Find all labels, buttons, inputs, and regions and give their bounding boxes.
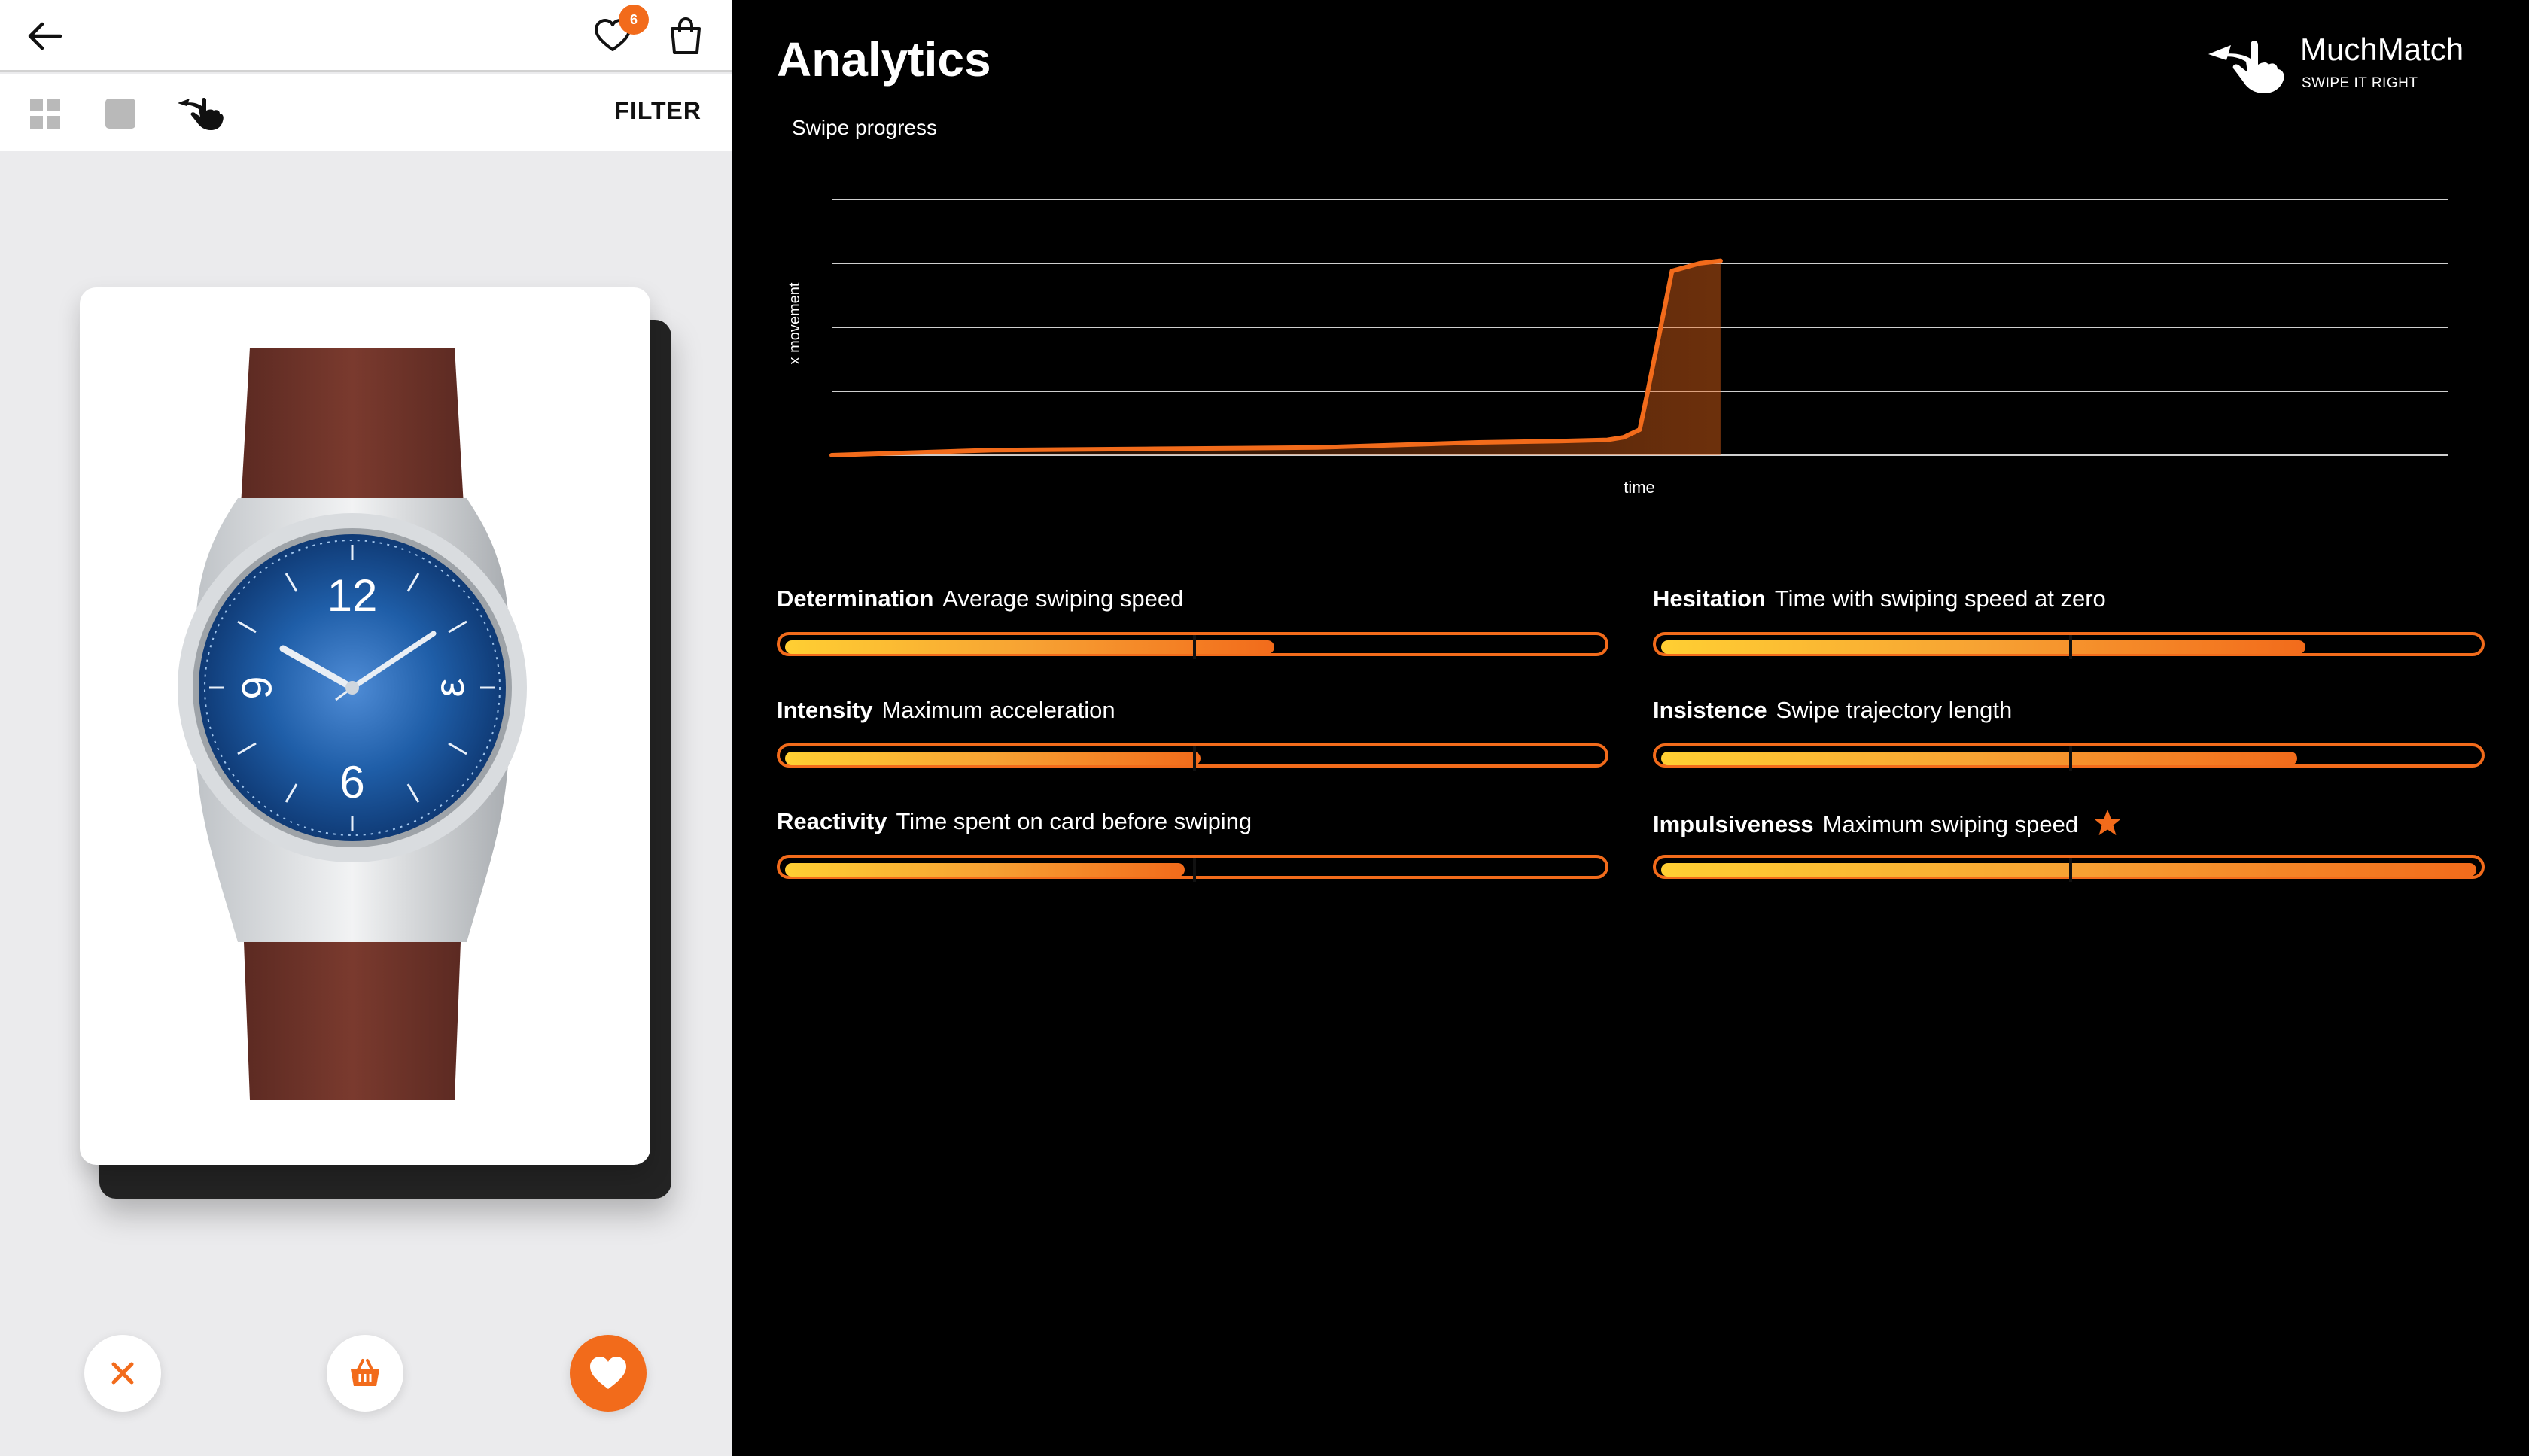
metric-bar-track: [777, 743, 1608, 771]
metric-bar-track: [1653, 855, 2485, 882]
single-view-icon: [105, 99, 135, 129]
metric-label: Insistence Swipe trajectory length: [1653, 697, 2012, 724]
metric-name: Intensity: [777, 697, 873, 723]
metric-description: Time with swiping speed at zero: [1774, 585, 2106, 612]
metric-label: Reactivity Time spent on card before swip…: [777, 808, 1252, 835]
wishlist-count-badge: 6: [619, 5, 649, 35]
metric-hesitation: Hesitation Time with swiping speed at zer…: [1653, 585, 2485, 668]
arrow-left-icon: [28, 22, 62, 50]
like-button[interactable]: [570, 1335, 647, 1412]
metric-bar-track: [777, 855, 1608, 882]
brand-name: MuchMatch: [2300, 32, 2464, 67]
metric-description: Maximum swiping speed: [1822, 811, 2079, 837]
swipe-view-button[interactable]: [176, 93, 226, 132]
grid-view-icon: [30, 99, 60, 129]
metric-description: Swipe trajectory length: [1776, 697, 2013, 723]
metric-average-marker: [1193, 740, 1196, 777]
metric-insistence: Insistence Swipe trajectory length: [1653, 697, 2485, 780]
metric-name: Reactivity: [777, 808, 887, 834]
page-title: Analytics: [777, 32, 991, 87]
metric-description: Maximum acceleration: [881, 697, 1115, 723]
phone-app-panel: 6 FILTER 12 6 6 ε: [0, 0, 732, 1456]
metric-intensity: Intensity Maximum acceleration: [777, 697, 1608, 780]
metric-bar-fill: [1661, 752, 2297, 765]
swipe-hand-logo-icon: [2208, 41, 2284, 93]
view-toolbar: FILTER: [0, 74, 732, 151]
metric-name: Insistence: [1653, 697, 1767, 723]
chart-title: Swipe progress: [792, 116, 937, 139]
brand-tagline: SWIPE IT RIGHT: [2302, 75, 2418, 91]
metric-reactivity: Reactivity Time spent on card before swip…: [777, 808, 1608, 891]
svg-text:ε: ε: [425, 679, 473, 698]
app-top-bar: 6: [0, 0, 732, 72]
add-to-cart-button[interactable]: [327, 1335, 403, 1412]
single-view-button[interactable]: [104, 97, 137, 130]
shopping-bag-button[interactable]: [667, 15, 705, 57]
svg-text:6: 6: [233, 676, 281, 699]
metric-bar-fill: [1661, 640, 2305, 654]
metric-bar-track: [1653, 743, 2485, 771]
svg-text:12: 12: [327, 570, 378, 621]
heart-icon: [590, 1357, 626, 1389]
metric-description: Time spent on card before swiping: [896, 808, 1252, 834]
metric-average-marker: [2069, 629, 2072, 665]
chart-x-axis-label: time: [1624, 478, 1655, 497]
chart-series-line: [829, 258, 1723, 457]
metric-average-marker: [2069, 740, 2072, 777]
back-button[interactable]: [24, 17, 66, 56]
metric-average-marker: [1193, 629, 1196, 665]
chart-y-axis-label: x movement: [787, 282, 803, 364]
metric-label: Hesitation Time with swiping speed at zer…: [1653, 585, 2106, 612]
chart-area-fill: [832, 260, 1721, 455]
metric-label: Intensity Maximum acceleration: [777, 697, 1115, 724]
metric-average-marker: [2069, 852, 2072, 888]
metric-name: Hesitation: [1653, 585, 1766, 612]
swipe-progress-chart: x movement time: [787, 199, 2448, 497]
swipe-hand-icon: [178, 98, 224, 130]
close-icon: [111, 1362, 134, 1385]
product-card[interactable]: 12 6 6 ε: [80, 287, 650, 1165]
brand-logo-block: MuchMatch SWIPE IT RIGHT: [2208, 32, 2494, 99]
metric-impulsiveness: Impulsiveness Maximum swiping speed: [1653, 808, 2485, 891]
watch-product-image: 12 6 6 ε: [178, 348, 527, 1100]
analytics-panel: Analytics MuchMatch SWIPE IT RIGHT Swipe…: [732, 0, 2529, 1456]
svg-text:6: 6: [339, 757, 364, 807]
metric-determination: Determination Average swiping speed: [777, 585, 1608, 668]
metric-bar-fill: [785, 640, 1274, 654]
metric-bar-track: [777, 632, 1608, 659]
metric-name: Determination: [777, 585, 934, 612]
metric-label: Impulsiveness Maximum swiping speed: [1653, 808, 2122, 838]
filter-button[interactable]: FILTER: [614, 97, 701, 125]
metric-bar-fill: [785, 863, 1185, 877]
grid-view-button[interactable]: [29, 97, 62, 130]
shopping-bag-icon: [671, 17, 701, 54]
metric-name: Impulsiveness: [1653, 811, 1814, 837]
metric-bar-fill: [785, 752, 1201, 765]
dislike-button[interactable]: [84, 1335, 161, 1412]
metric-description: Average swiping speed: [942, 585, 1184, 612]
basket-icon: [351, 1359, 379, 1386]
metric-bar-track: [1653, 632, 2485, 659]
star-icon: [2094, 809, 2122, 836]
metric-label: Determination Average swiping speed: [777, 585, 1183, 612]
metric-average-marker: [1193, 852, 1196, 888]
